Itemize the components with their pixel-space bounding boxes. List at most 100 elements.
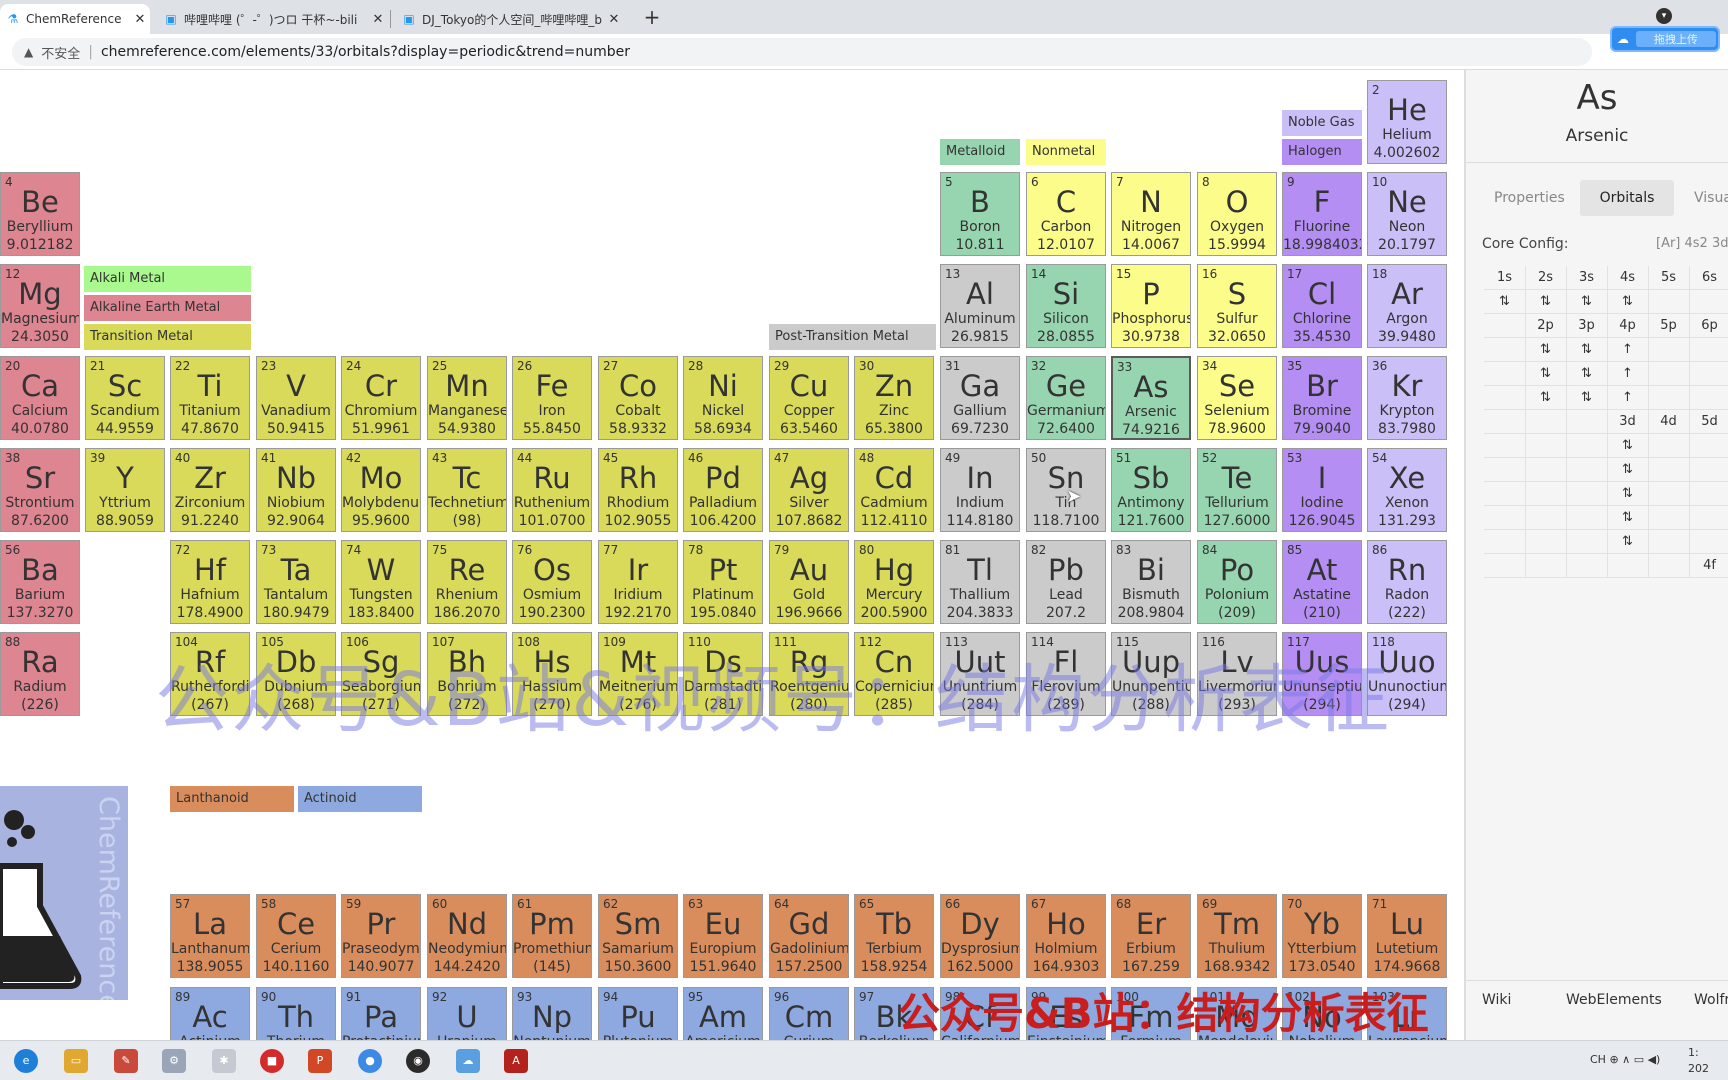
element-cell-au[interactable]: 79 Au Gold 196.9666 [769,540,849,624]
legend-post-transition-metal[interactable]: Post-Transition Metal [769,324,936,350]
wolfram-link[interactable]: Wolfr [1694,992,1728,1008]
paint-icon[interactable]: ✎ [114,1049,138,1073]
element-cell-ca[interactable]: 20 Ca Calcium 40.0780 [0,356,80,440]
element-cell-ce[interactable]: 58 Ce Cerium 140.1160 [256,894,336,978]
element-cell-pd[interactable]: 46 Pd Palladium 106.4200 [683,448,763,532]
legend-halogen[interactable]: Halogen [1282,139,1362,165]
element-cell-th[interactable]: 90ThThorium232.0381 [256,987,336,1040]
element-cell-np[interactable]: 93NpNeptunium(237) [512,987,592,1040]
element-cell-pa[interactable]: 91PaProtactinium231.0359 [341,987,421,1040]
element-cell-mn[interactable]: 25 Mn Manganese 54.9380 [427,356,507,440]
close-icon[interactable]: ✕ [368,12,388,27]
element-cell-ho[interactable]: 67 Ho Holmium 164.9303 [1026,894,1106,978]
element-cell-y[interactable]: 39 Y Yttrium 88.9059 [85,448,165,532]
element-cell-cd[interactable]: 48 Cd Cadmium 112.4110 [854,448,934,532]
element-cell-nb[interactable]: 41 Nb Niobium 92.9064 [256,448,336,532]
legend-metalloid[interactable]: Metalloid [940,139,1020,165]
element-cell-o[interactable]: 8 O Oxygen 15.9994 [1197,172,1277,256]
legend-nonmetal[interactable]: Nonmetal [1026,139,1106,165]
element-cell-w[interactable]: 74 W Tungsten 183.8400 [341,540,421,624]
edge-icon[interactable]: e [14,1049,38,1073]
system-tray[interactable]: CH ⊕ ∧ ▭ ◀) [1590,1053,1660,1066]
element-cell-tm[interactable]: 69 Tm Thulium 168.9342 [1197,894,1277,978]
element-cell-yb[interactable]: 70 Yb Ytterbium 173.0540 [1282,894,1362,978]
close-icon[interactable]: ✕ [130,12,150,27]
element-cell-n[interactable]: 7 N Nitrogen 14.0067 [1111,172,1191,256]
element-cell-po[interactable]: 84 Po Polonium (209) [1197,540,1277,624]
tab-search-icon[interactable]: ▾ [1656,8,1672,24]
element-cell-nd[interactable]: 60 Nd Neodymium 144.2420 [427,894,507,978]
tab-orbitals[interactable]: Orbitals [1580,180,1674,216]
element-cell-ge[interactable]: 32 Ge Germanium 72.6400 [1026,356,1106,440]
upload-widget[interactable]: ☁ 拖拽上传 [1612,28,1718,50]
element-cell-be[interactable]: 4 Be Beryllium 9.012182 [0,172,80,256]
element-cell-in[interactable]: 49 In Indium 114.8180 [940,448,1020,532]
tab-bilibili[interactable]: ▣ 哔哩哔哩 (゜-゜)つロ 干杯~-bili ✕ [158,4,388,34]
legend-noble-gas[interactable]: Noble Gas [1282,110,1362,136]
tool-icon[interactable]: ⚙ [162,1049,186,1073]
element-cell-cr[interactable]: 24 Cr Chromium 51.9961 [341,356,421,440]
element-cell-i[interactable]: 53 I Iodine 126.9045 [1282,448,1362,532]
url-text[interactable]: chemreference.com/elements/33/orbitals?d… [101,44,630,60]
element-cell-ac[interactable]: 89AcActinium(227) [170,987,250,1040]
element-cell-bi[interactable]: 83 Bi Bismuth 208.9804 [1111,540,1191,624]
element-cell-ir[interactable]: 77 Ir Iridium 192.2170 [598,540,678,624]
element-cell-ti[interactable]: 22 Ti Titanium 47.8670 [170,356,250,440]
element-cell-p[interactable]: 15 P Phosphorus 30.9738 [1111,264,1191,348]
element-cell-lu[interactable]: 71 Lu Lutetium 174.9668 [1367,894,1447,978]
legend-transition-metal[interactable]: Transition Metal [84,324,251,350]
element-cell-rh[interactable]: 45 Rh Rhodium 102.9055 [598,448,678,532]
element-cell-s[interactable]: 16 S Sulfur 32.0650 [1197,264,1277,348]
stop-icon[interactable]: ■ [260,1049,284,1073]
element-cell-eu[interactable]: 63 Eu Europium 151.9640 [683,894,763,978]
element-cell-pt[interactable]: 78 Pt Platinum 195.0840 [683,540,763,624]
webelements-link[interactable]: WebElements [1566,992,1662,1008]
tab-dj-tokyo[interactable]: ▣ DJ_Tokyo的个人空间_哔哩哔哩_b ✕ [396,4,624,34]
obs-icon[interactable]: ◉ [406,1049,430,1073]
element-cell-mo[interactable]: 42MoMolybdenum95.9600 [341,448,421,532]
element-cell-gd[interactable]: 64 Gd Gadolinium 157.2500 [769,894,849,978]
element-cell-at[interactable]: 85 At Astatine (210) [1282,540,1362,624]
tab-properties[interactable]: Properties [1494,180,1565,216]
element-cell-sc[interactable]: 21 Sc Scandium 44.9559 [85,356,165,440]
wiki-link[interactable]: Wiki [1482,992,1511,1008]
element-cell-pr[interactable]: 59PrPraseodymium140.9077 [341,894,421,978]
legend-alkaline-earth-metal[interactable]: Alkaline Earth Metal [84,295,251,321]
element-cell-zr[interactable]: 40 Zr Zirconium 91.2240 [170,448,250,532]
element-cell-xe[interactable]: 54 Xe Xenon 131.293 [1367,448,1447,532]
element-cell-zn[interactable]: 30 Zn Zinc 65.3800 [854,356,934,440]
element-cell-se[interactable]: 34 Se Selenium 78.9600 [1197,356,1277,440]
element-cell-pb[interactable]: 82 Pb Lead 207.2 [1026,540,1106,624]
file-explorer-icon[interactable]: ▭ [64,1049,88,1073]
element-cell-br[interactable]: 35 Br Bromine 79.9040 [1282,356,1362,440]
element-cell-dy[interactable]: 66 Dy Dysprosium 162.5000 [940,894,1020,978]
element-cell-ba[interactable]: 56 Ba Barium 137.3270 [0,540,80,624]
element-cell-as[interactable]: 33 As Arsenic 74.9216 [1111,356,1191,440]
element-cell-ag[interactable]: 47 Ag Silver 107.8682 [769,448,849,532]
element-cell-fe[interactable]: 26 Fe Iron 55.8450 [512,356,592,440]
element-cell-ni[interactable]: 28 Ni Nickel 58.6934 [683,356,763,440]
element-cell-tc[interactable]: 43 Tc Technetium (98) [427,448,507,532]
legend-lanthanoid[interactable]: Lanthanoid [170,786,294,812]
close-icon[interactable]: ✕ [604,12,624,27]
element-cell-sr[interactable]: 38 Sr Strontium 87.6200 [0,448,80,532]
element-cell-ga[interactable]: 31 Ga Gallium 69.7230 [940,356,1020,440]
element-cell-pu[interactable]: 94PuPlutonium(244) [598,987,678,1040]
element-cell-sb[interactable]: 51 Sb Antimony 121.7600 [1111,448,1191,532]
element-cell-pm[interactable]: 61 Pm Promethium (145) [512,894,592,978]
element-cell-rn[interactable]: 86 Rn Radon (222) [1367,540,1447,624]
element-cell-ta[interactable]: 73 Ta Tantalum 180.9479 [256,540,336,624]
element-cell-ar[interactable]: 18 Ar Argon 39.9480 [1367,264,1447,348]
element-cell-u[interactable]: 92UUranium238.0289 [427,987,507,1040]
element-cell-c[interactable]: 6 C Carbon 12.0107 [1026,172,1106,256]
legend-alkali-metal[interactable]: Alkali Metal [84,266,251,292]
element-cell-v[interactable]: 23 V Vanadium 50.9415 [256,356,336,440]
element-cell-ne[interactable]: 10 Ne Neon 20.1797 [1367,172,1447,256]
tab-visual[interactable]: Visua [1694,180,1728,216]
element-cell-ra[interactable]: 88 Ra Radium (226) [0,632,80,716]
cloud-app-icon[interactable]: ☁ [456,1049,480,1073]
element-cell-co[interactable]: 27 Co Cobalt 58.9332 [598,356,678,440]
insecure-label[interactable]: 不安全 [41,43,80,62]
element-cell-hf[interactable]: 72 Hf Hafnium 178.4900 [170,540,250,624]
element-cell-am[interactable]: 95AmAmericium(243) [683,987,763,1040]
